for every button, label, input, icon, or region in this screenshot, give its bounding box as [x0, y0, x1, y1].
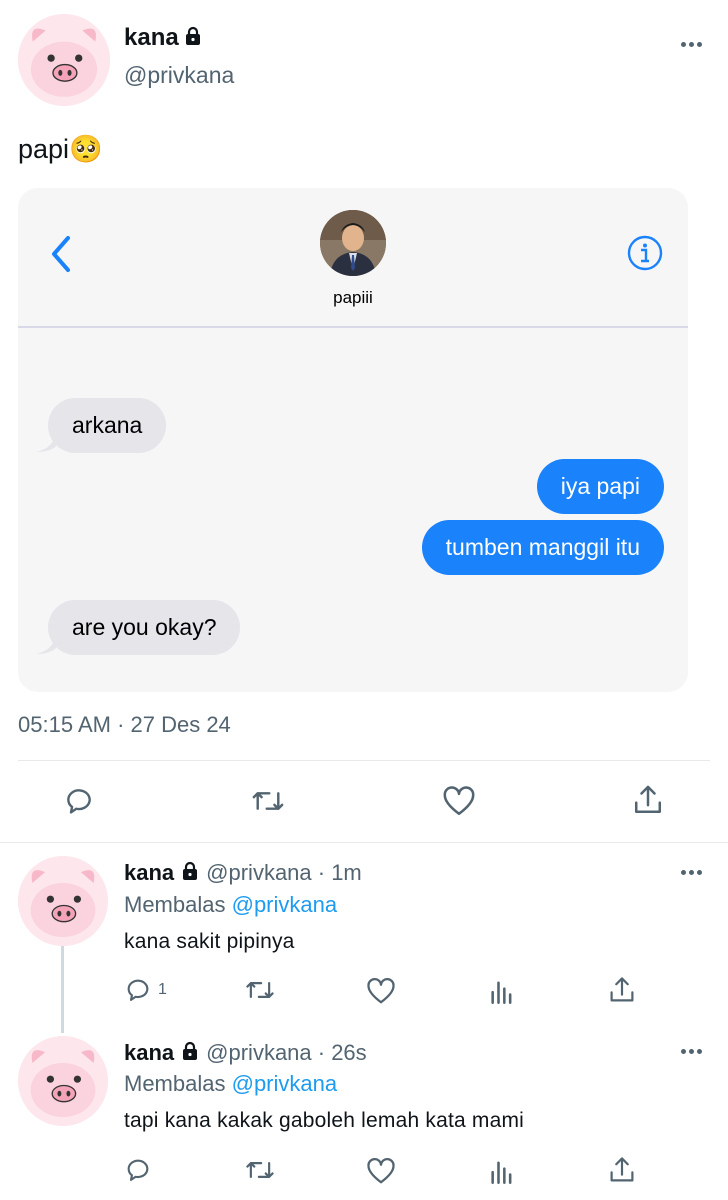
views-icon[interactable]	[489, 1157, 515, 1185]
display-name[interactable]: kana	[124, 24, 179, 52]
thread-line	[61, 945, 64, 1033]
more-icon[interactable]	[681, 1049, 702, 1054]
retweet-icon[interactable]	[250, 785, 286, 817]
share-icon[interactable]	[608, 1155, 636, 1185]
reply-header: kana @privkana · 1m	[124, 860, 362, 886]
retweet-icon[interactable]	[244, 976, 276, 1004]
mention-link[interactable]: @privkana	[232, 892, 338, 917]
avatar[interactable]	[18, 1036, 108, 1126]
reply-count: 1	[158, 981, 167, 998]
share-icon[interactable]	[632, 783, 664, 817]
contact-avatar	[320, 210, 386, 276]
reply-text: kana sakit pipinya	[124, 930, 295, 953]
replying-to: Membalas @privkana	[124, 892, 337, 918]
share-icon[interactable]	[608, 975, 636, 1005]
heart-icon[interactable]	[366, 977, 396, 1005]
lock-icon	[180, 1041, 200, 1066]
reply-button[interactable]: 1	[124, 976, 167, 1004]
pig-avatar-image	[18, 1036, 108, 1126]
message-bubble-incoming: are you okay?	[48, 600, 241, 655]
divider	[18, 760, 710, 761]
lock-icon	[180, 861, 200, 886]
reply-icon[interactable]	[124, 1156, 152, 1184]
heart-icon[interactable]	[366, 1157, 396, 1185]
contact-name: papiii	[333, 288, 373, 307]
retweet-icon[interactable]	[244, 1156, 276, 1184]
replying-to: Membalas @privkana	[124, 1071, 337, 1097]
chat-header: papiii	[18, 188, 688, 328]
reply-text: tapi kana kakak gaboleh lemah kata mami	[124, 1109, 525, 1132]
reply-header: kana @privkana · 26s	[124, 1040, 367, 1066]
lock-icon	[183, 26, 203, 51]
divider	[0, 842, 728, 843]
avatar[interactable]	[18, 856, 108, 946]
display-name[interactable]: kana	[124, 860, 174, 886]
handle-and-time[interactable]: @privkana · 26s	[206, 1040, 367, 1066]
message-bubble-incoming: arkana	[48, 398, 167, 453]
more-icon[interactable]	[681, 42, 702, 47]
message-bubble-outgoing: iya papi	[536, 459, 664, 514]
handle-and-time[interactable]: @privkana · 1m	[206, 860, 362, 886]
replying-prefix: Membalas	[124, 1071, 226, 1096]
handle[interactable]: @privkana	[124, 62, 234, 89]
reply-icon	[127, 979, 149, 1001]
heart-icon[interactable]	[442, 785, 476, 817]
display-name-row[interactable]: kana	[124, 24, 203, 52]
pig-avatar-image	[18, 14, 110, 106]
reply-icon[interactable]	[63, 785, 95, 817]
views-icon[interactable]	[489, 977, 515, 1005]
display-name[interactable]: kana	[124, 1040, 174, 1066]
more-icon[interactable]	[681, 870, 702, 875]
pig-avatar-image	[18, 856, 108, 946]
tweet-text: papi🥺	[18, 134, 103, 164]
chevron-left-icon	[48, 234, 74, 279]
mention-link[interactable]: @privkana	[232, 1071, 338, 1096]
tweet-timestamp[interactable]: 05:15 AM · 27 Des 24	[18, 712, 231, 738]
embedded-chat-image[interactable]: papiii arkana iya papi tumben manggil it…	[18, 188, 688, 692]
message-bubble-outgoing: tumben manggil itu	[421, 520, 664, 575]
avatar[interactable]	[18, 14, 110, 106]
info-icon	[627, 235, 663, 276]
replying-prefix: Membalas	[124, 892, 226, 917]
